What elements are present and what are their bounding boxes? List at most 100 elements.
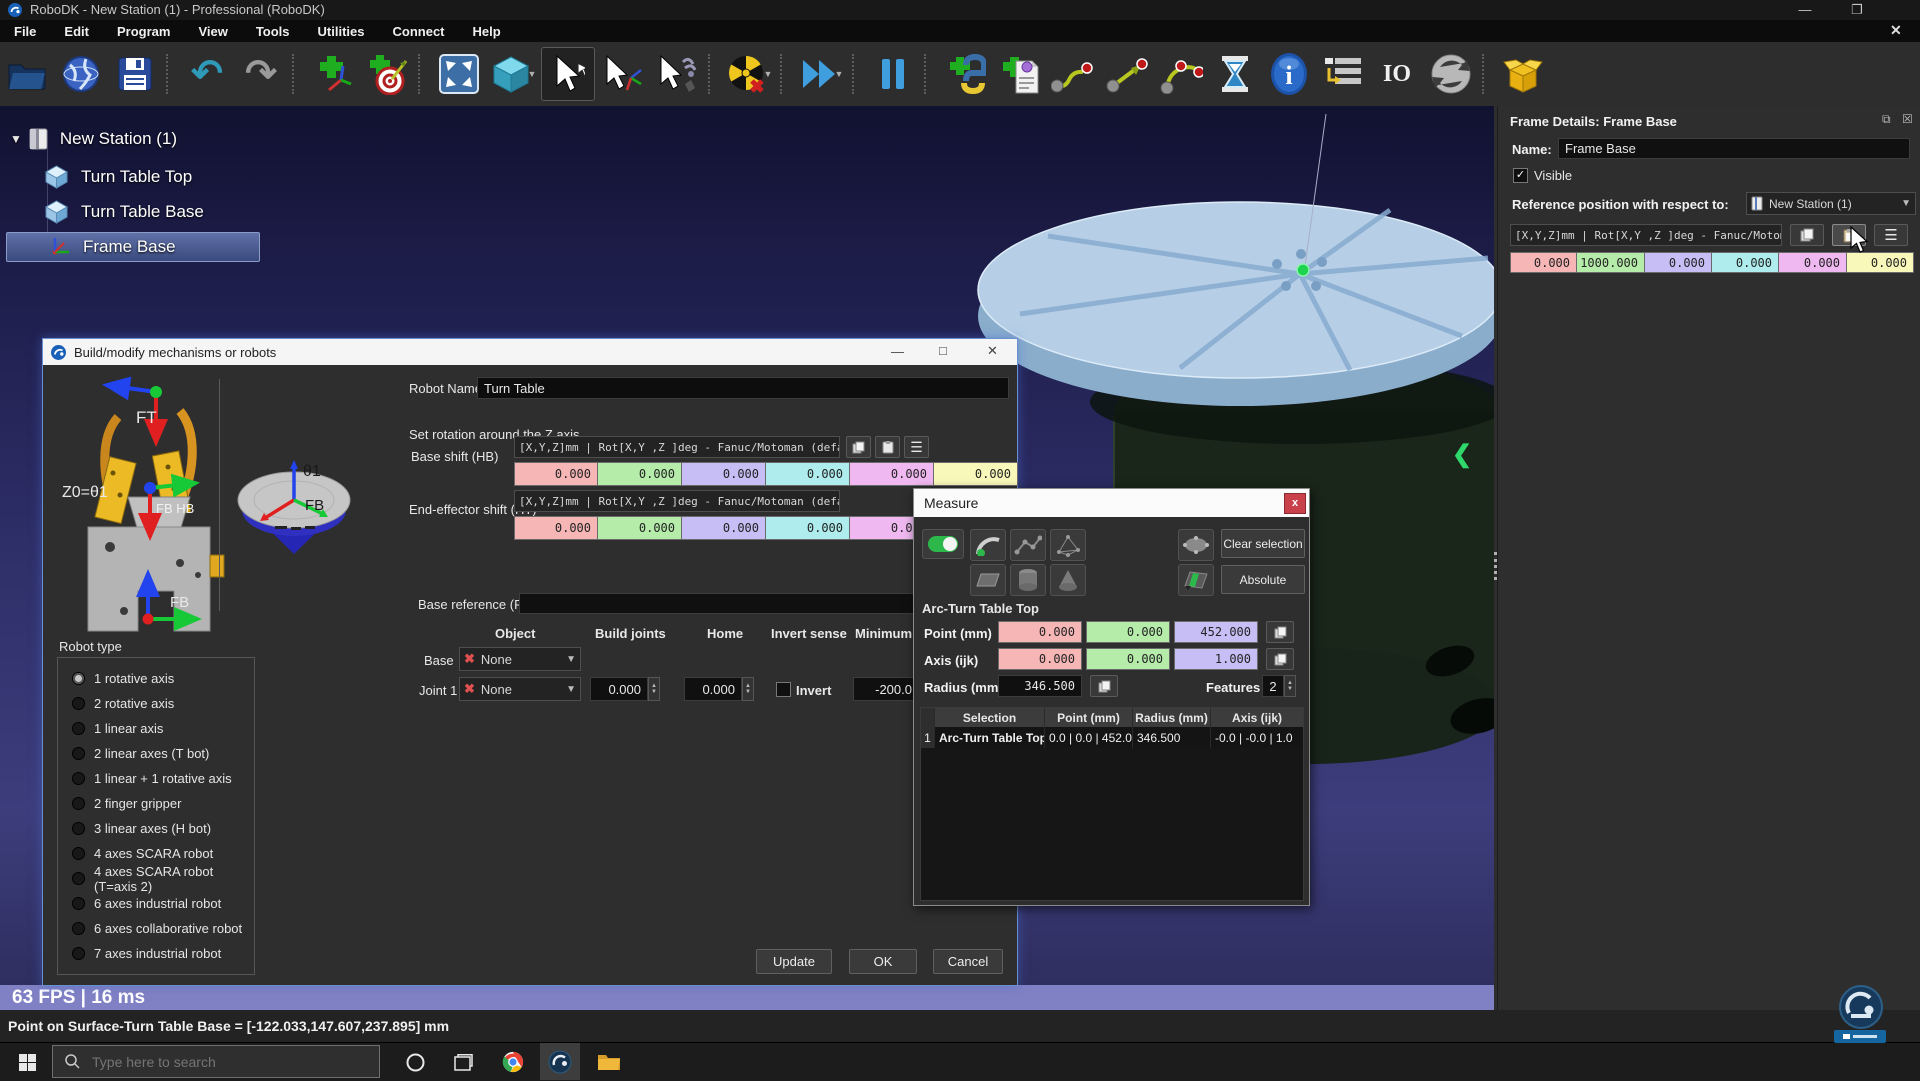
point-x[interactable]: 0.000 <box>998 621 1082 643</box>
menu-view[interactable]: View <box>184 20 241 42</box>
robot-type-option[interactable]: 1 rotative axis <box>72 666 254 691</box>
minimize-icon[interactable]: — <box>891 344 904 359</box>
robot-type-option[interactable]: 4 axes SCARA robot (T=axis 2) <box>72 866 254 891</box>
invert-checkbox[interactable] <box>776 682 791 697</box>
menu-tools[interactable]: Tools <box>242 20 304 42</box>
visible-checkbox[interactable]: ✓ <box>1513 168 1528 183</box>
header-radius[interactable]: Radius (mm) <box>1133 708 1211 727</box>
robot-type-option[interactable]: 2 finger gripper <box>72 791 254 816</box>
pose-menu-button[interactable]: ☰ <box>1874 224 1908 246</box>
joint1-object-dropdown[interactable]: ✖ None ▼ <box>459 677 581 701</box>
select-button[interactable] <box>541 47 595 101</box>
base-shift-z[interactable]: 0.000 <box>682 462 766 486</box>
chrome-taskbar-icon[interactable] <box>494 1044 532 1080</box>
add-target-button[interactable] <box>361 48 413 100</box>
update-button[interactable]: Update <box>756 949 832 974</box>
robodk-taskbar-icon[interactable] <box>541 1044 579 1080</box>
copy-radius-button[interactable] <box>1090 675 1118 697</box>
measure-cylinder-button[interactable] <box>1010 564 1046 596</box>
io-status-button[interactable]: IO <box>1371 48 1423 100</box>
collapse-panel-chevron-icon[interactable]: ❮ <box>1452 440 1472 469</box>
radio-icon[interactable] <box>72 847 85 860</box>
point-z[interactable]: 452.000 <box>1174 621 1258 643</box>
tree-item-turn-table-base[interactable]: Turn Table Base <box>44 197 284 227</box>
select-frame-button[interactable] <box>597 48 649 100</box>
robot-type-option[interactable]: 4 axes SCARA robot <box>72 841 254 866</box>
robot-type-option[interactable]: 3 linear axes (H bot) <box>72 816 254 841</box>
select-move-button[interactable] <box>651 48 703 100</box>
close-icon[interactable]: x <box>1284 493 1306 514</box>
tree-expander-icon[interactable]: ▼ <box>10 132 22 146</box>
copy-pose-button[interactable] <box>846 436 871 458</box>
pause-simulation-button[interactable] <box>867 48 919 100</box>
end-effector-format-dropdown[interactable]: [X,Y,Z]mm | Rot[X,Y ,Z ]deg - Fanuc/Moto… <box>514 490 840 512</box>
radio-icon[interactable] <box>72 747 85 760</box>
base-shift-format-dropdown[interactable]: [X,Y,Z]mm | Rot[X,Y ,Z ]deg - Fanuc/Moto… <box>514 436 840 458</box>
base-shift-rx[interactable]: 0.000 <box>766 462 850 486</box>
measure-plane-button[interactable] <box>970 564 1006 596</box>
pose-format-dropdown[interactable]: [X,Y,Z]mm | Rot[X,Y ,Z ]deg - Fanuc/Moto… <box>1510 224 1782 246</box>
minimize-button[interactable]: — <box>1788 2 1822 17</box>
robot-type-option[interactable]: 1 linear axis <box>72 716 254 741</box>
menu-edit[interactable]: Edit <box>50 20 103 42</box>
measure-arc-button[interactable] <box>970 529 1006 561</box>
move-circular-instruction-button[interactable] <box>1155 48 1207 100</box>
measure-cone-button[interactable] <box>1050 564 1086 596</box>
fit-all-button[interactable] <box>433 48 485 100</box>
spinner-arrows[interactable]: ▲▼ <box>742 677 754 701</box>
add-program-button[interactable] <box>993 48 1045 100</box>
move-linear-instruction-button[interactable] <box>1101 48 1153 100</box>
end-shift-z[interactable]: 0.000 <box>682 516 766 540</box>
base-shift-ry[interactable]: 0.000 <box>850 462 934 486</box>
copy-axis-button[interactable] <box>1266 648 1294 670</box>
radio-icon[interactable] <box>72 822 85 835</box>
base-reference-input[interactable] <box>519 593 947 614</box>
program-structure-button[interactable] <box>1317 48 1369 100</box>
file-explorer-taskbar-icon[interactable] <box>590 1044 628 1080</box>
collision-check-button[interactable]: ▼ <box>723 48 775 100</box>
menu-help[interactable]: Help <box>459 20 515 42</box>
menu-utilities[interactable]: Utilities <box>304 20 379 42</box>
move-joint-instruction-button[interactable] <box>1047 48 1099 100</box>
maximize-icon[interactable]: □ <box>939 343 947 358</box>
close-panel-icon[interactable]: ☒ <box>1902 112 1913 126</box>
point-y[interactable]: 0.000 <box>1086 621 1170 643</box>
end-shift-y[interactable]: 0.000 <box>598 516 682 540</box>
open-file-button[interactable] <box>1 48 53 100</box>
header-axis[interactable]: Axis (ijk) <box>1211 708 1303 727</box>
base-shift-x[interactable]: 0.000 <box>514 462 598 486</box>
axis-j[interactable]: 0.000 <box>1086 648 1170 670</box>
robot-type-option[interactable]: 6 axes collaborative robot <box>72 916 254 941</box>
robot-type-option[interactable]: 2 linear axes (T bot) <box>72 741 254 766</box>
base-shift-y[interactable]: 0.000 <box>598 462 682 486</box>
add-reference-frame-button[interactable] <box>307 48 359 100</box>
end-shift-x[interactable]: 0.000 <box>514 516 598 540</box>
robot-name-input[interactable] <box>477 377 1009 399</box>
features-spinner[interactable]: ▲▼ <box>1284 675 1296 697</box>
base-shift-rz[interactable]: 0.000 <box>934 462 1018 486</box>
measure-mesh-button[interactable] <box>1050 529 1086 561</box>
isometric-view-button[interactable]: ▼ <box>487 48 539 100</box>
add-python-program-button[interactable] <box>939 48 991 100</box>
radio-icon[interactable] <box>72 797 85 810</box>
measure-enable-toggle[interactable] <box>922 529 964 559</box>
float-panel-icon[interactable]: ⧉ <box>1882 112 1891 127</box>
taskbar-search[interactable] <box>52 1045 380 1078</box>
joint1-min-limit-value[interactable]: -200.0 <box>853 677 919 701</box>
close-icon[interactable]: ✕ <box>987 343 998 359</box>
robot-type-option[interactable]: 1 linear + 1 rotative axis <box>72 766 254 791</box>
fast-simulation-button[interactable]: ▼ <box>795 48 847 100</box>
radio-icon[interactable] <box>72 897 85 910</box>
tree-item-frame-base[interactable]: Frame Base <box>6 232 260 262</box>
radius-value[interactable]: 346.500 <box>998 675 1082 697</box>
radio-icon[interactable] <box>72 672 85 685</box>
start-button[interactable] <box>8 1044 46 1080</box>
show-info-button[interactable]: i <box>1263 48 1315 100</box>
online-library-button[interactable] <box>55 48 107 100</box>
save-station-button[interactable] <box>109 48 161 100</box>
paste-pose-button[interactable] <box>875 436 900 458</box>
axis-k[interactable]: 1.000 <box>1174 648 1258 670</box>
header-point[interactable]: Point (mm) <box>1045 708 1133 727</box>
measure-polyline-button[interactable] <box>1010 529 1046 561</box>
base-object-dropdown[interactable]: ✖ None ▼ <box>459 647 581 671</box>
